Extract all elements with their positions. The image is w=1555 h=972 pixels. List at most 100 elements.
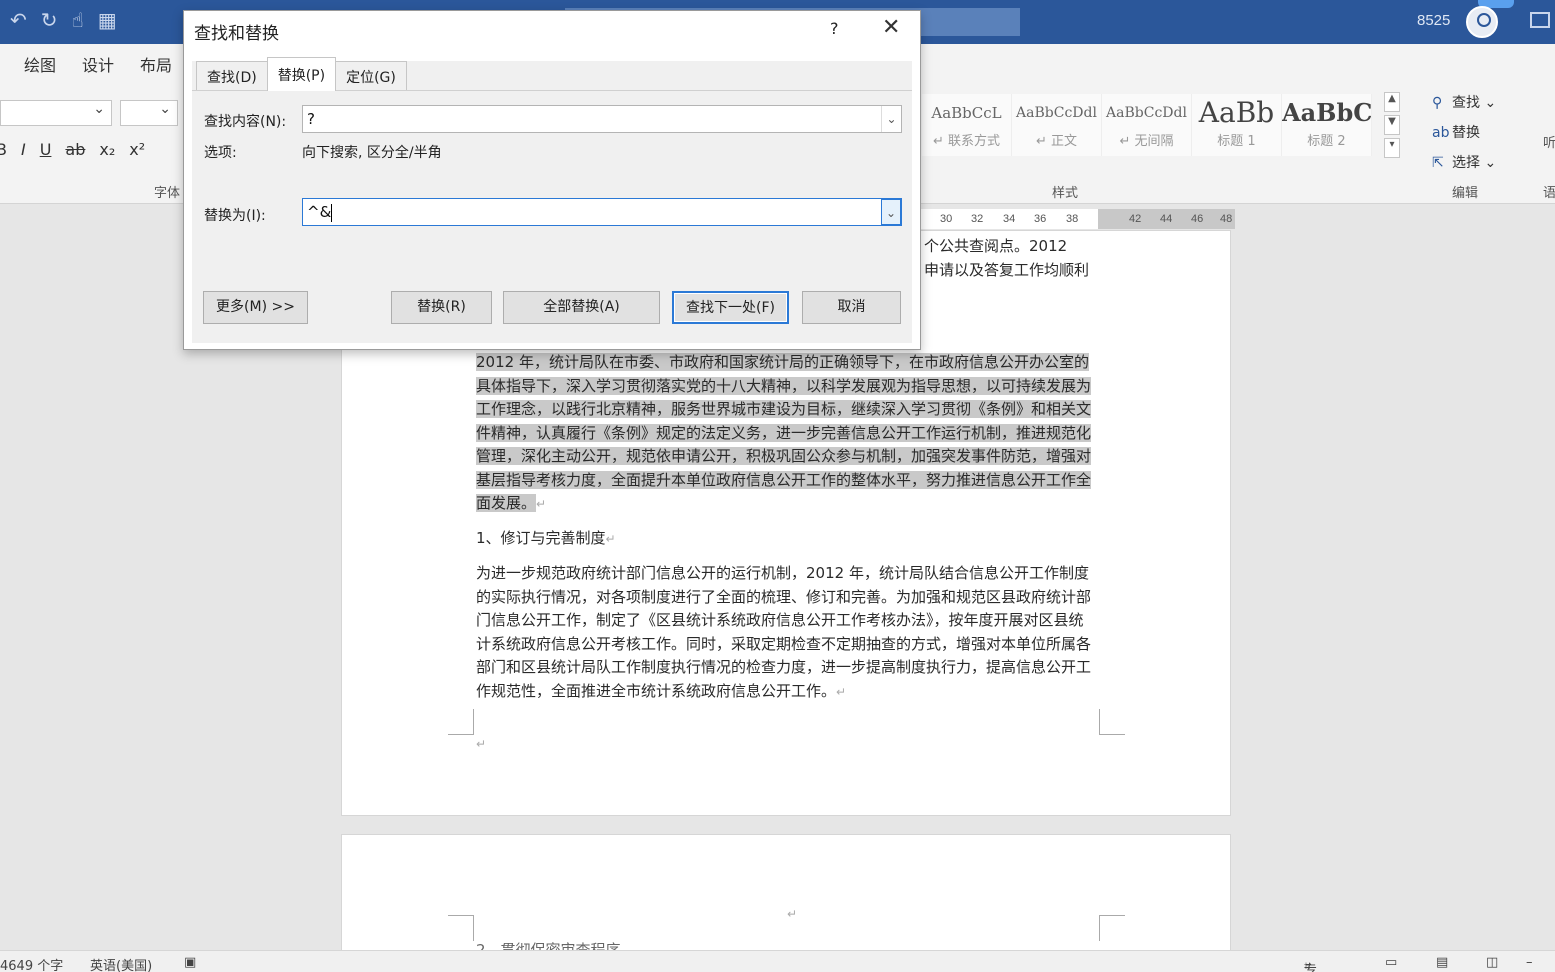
strikethrough-button[interactable]: ab	[65, 140, 85, 159]
language-indicator[interactable]: 英语(美国)	[90, 955, 152, 972]
ruler-tick: 38	[1066, 213, 1079, 225]
dialog-tabs: 查找(D) 替换(P) 定位(G)	[196, 57, 407, 91]
superscript-button[interactable]: x²	[129, 140, 145, 159]
ruler-tick: 36	[1034, 213, 1047, 225]
font-selectors	[0, 100, 178, 126]
styles-group-label: 样式	[1052, 186, 1079, 201]
ruler-tick: 34	[1003, 213, 1016, 225]
help-icon[interactable]: ?	[830, 19, 839, 38]
paragraph-mark: ↵	[787, 907, 798, 921]
zoom-out-icon[interactable]: –	[1526, 955, 1533, 970]
select-label: 选择	[1452, 155, 1480, 171]
style-name: ↵ 正文	[1035, 134, 1078, 149]
paragraph-2[interactable]: 为进一步规范政府统计部门信息公开的运行机制，2012 年，统计局队结合信息公开工…	[476, 562, 1096, 704]
ribbon-display-options-icon[interactable]	[1530, 12, 1550, 28]
style-heading-1[interactable]: AaBb 标题 1	[1192, 94, 1282, 156]
heading-text: 1、修订与完善制度	[476, 529, 606, 547]
text-caret	[331, 203, 333, 222]
tab-replace[interactable]: 替换(P)	[266, 57, 337, 91]
cancel-button[interactable]: 取消	[802, 291, 901, 324]
margin-corner	[1099, 709, 1125, 735]
touch-mode-icon[interactable]: ☝	[72, 8, 84, 32]
editing-group-label: 编辑	[1452, 186, 1479, 201]
font-name-dropdown[interactable]	[0, 100, 112, 126]
undo-icon[interactable]: ↶	[10, 8, 27, 32]
replace-button[interactable]: 替换(R)	[391, 291, 492, 324]
replace-button[interactable]: ab 替换	[1432, 118, 1496, 148]
options-label: 选项:	[204, 145, 237, 161]
chevron-down-icon[interactable]: ⌄	[881, 106, 901, 132]
style-name: 标题 2	[1307, 134, 1346, 149]
print-layout-icon[interactable]: ▤	[1436, 955, 1448, 970]
italic-button[interactable]: I	[21, 140, 26, 159]
tab-goto[interactable]: 定位(G)	[335, 61, 407, 91]
style-name: ↵ 联系方式	[932, 134, 1001, 149]
close-icon[interactable]: ✕	[882, 15, 900, 40]
find-input[interactable]: ? ⌄	[302, 105, 902, 133]
style-no-spacing[interactable]: AaBbCcDdl ↵ 无间隔	[1102, 94, 1192, 156]
style-sample: AaBbCcDdl	[1016, 105, 1097, 121]
style-sample: AaBbCcDdl	[1106, 105, 1187, 121]
cursor-icon: ⇱	[1432, 155, 1444, 171]
table-icon[interactable]: ▦	[98, 8, 117, 32]
find-button[interactable]: ⚲ 查找 ⌄	[1432, 88, 1496, 118]
replace-all-button[interactable]: 全部替换(A)	[503, 291, 660, 324]
macro-record-icon[interactable]: ▣	[184, 955, 196, 970]
focus-label: 专注	[1304, 963, 1318, 972]
heading-1[interactable]: 1、修订与完善制度↵	[476, 527, 1096, 552]
paragraph-mark: ↵	[476, 737, 487, 751]
chevron-down-icon[interactable]: ⌄	[881, 199, 901, 225]
font-size-dropdown[interactable]	[120, 100, 178, 126]
find-label: 查找	[1452, 95, 1480, 111]
replace-icon: ab	[1432, 125, 1450, 141]
avatar[interactable]	[1466, 6, 1498, 38]
paragraph-selected[interactable]: 2012 年，统计局队在市委、市政府和国家统计局的正确领导下，在市政府信息公开办…	[476, 351, 1096, 517]
styles-gallery: AaBbCcL ↵ 联系方式 AaBbCcDdl ↵ 正文 AaBbCcDdl …	[922, 94, 1372, 156]
margin-corner	[1099, 915, 1125, 941]
replace-value: ^&	[307, 203, 332, 221]
style-sample: AaBbCcL	[931, 104, 1002, 122]
read-mode-icon[interactable]: ▭	[1385, 955, 1397, 970]
select-button[interactable]: ⇱ 选择 ⌄	[1432, 148, 1496, 178]
replace-label: 替换为(I):	[204, 208, 266, 224]
ruler-tick: 32	[971, 213, 984, 225]
tab-draw[interactable]: 绘图	[24, 52, 56, 76]
styles-scroll: ▲ ▼ ▾	[1384, 92, 1400, 162]
horizontal-ruler[interactable]: 30 32 34 36 38 42 44 46 48	[920, 209, 1235, 229]
replace-input[interactable]: ^& ⌄	[302, 198, 902, 226]
margin-corner	[448, 709, 474, 735]
voice-group-label: 语	[1543, 186, 1555, 201]
style-contact[interactable]: AaBbCcL ↵ 联系方式	[922, 94, 1012, 156]
replace-label: 替换	[1452, 125, 1480, 141]
paragraph-text: 为进一步规范政府统计部门信息公开的运行机制，2012 年，统计局队结合信息公开工…	[476, 564, 1092, 700]
word-count[interactable]: 4649 个字	[0, 955, 63, 972]
text-line: 申请以及答复工作均顺利	[924, 260, 1090, 279]
find-next-button[interactable]: 查找下一处(F)	[672, 291, 789, 324]
more-button[interactable]: 更多(M) >>	[203, 291, 308, 324]
style-normal[interactable]: AaBbCcDdl ↵ 正文	[1012, 94, 1102, 156]
subscript-button[interactable]: x₂	[99, 140, 115, 159]
tab-design[interactable]: 设计	[82, 52, 114, 76]
style-sample: AaBbC	[1282, 98, 1371, 127]
paragraph-mark: ↵	[836, 684, 847, 699]
document-top-line: 个公共查阅点。2012 申请以及答复工作均顺利	[924, 235, 1124, 282]
dictate-label[interactable]: 听	[1543, 132, 1555, 151]
search-icon: ⚲	[1432, 95, 1443, 111]
redo-icon[interactable]: ↻	[41, 8, 58, 32]
styles-scroll-down-icon[interactable]: ▼	[1384, 115, 1400, 135]
underline-button[interactable]: U	[40, 140, 52, 159]
bold-button[interactable]: B	[0, 140, 7, 159]
document-page-2[interactable]: ↵ 2、贯彻保密审查程序	[341, 834, 1231, 964]
find-replace-dialog: 查找和替换 ? ✕ 查找(D) 替换(P) 定位(G) 查找内容(N): ? ⌄…	[183, 10, 921, 350]
find-value: ?	[307, 110, 315, 128]
quick-access-toolbar: ↶ ↻ ☝ ▦	[10, 8, 117, 32]
style-heading-2[interactable]: AaBbC 标题 2	[1282, 94, 1372, 156]
web-layout-icon[interactable]: ◫	[1486, 955, 1498, 970]
styles-scroll-up-icon[interactable]: ▲	[1384, 92, 1400, 112]
styles-more-icon[interactable]: ▾	[1384, 138, 1400, 158]
tab-layout[interactable]: 布局	[140, 52, 172, 76]
ruler-tick: 42	[1129, 213, 1142, 225]
editing-group: ⚲ 查找 ⌄ ab 替换 ⇱ 选择 ⌄	[1432, 88, 1496, 178]
tab-find[interactable]: 查找(D)	[196, 61, 268, 91]
text-line: 个公共查阅点。2012	[924, 237, 1068, 255]
